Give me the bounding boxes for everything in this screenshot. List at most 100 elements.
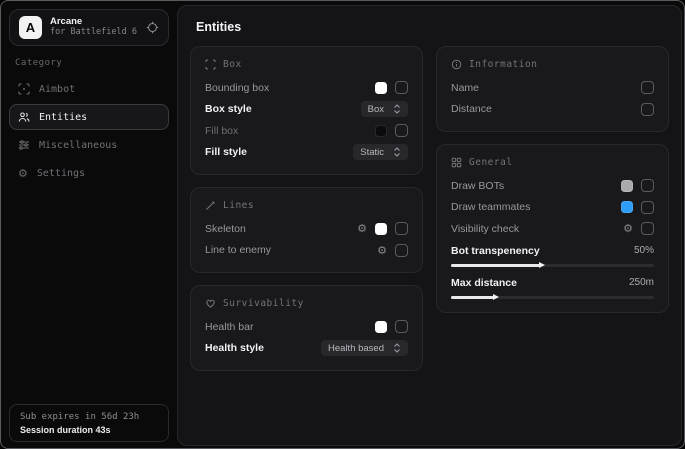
distance-checkbox[interactable] — [641, 103, 654, 116]
left-column: Box Bounding box Box style Box — [190, 46, 423, 371]
box-card-title: Box — [223, 59, 242, 70]
skeleton-color-swatch[interactable] — [375, 223, 387, 235]
health-style-value: Health based — [328, 343, 384, 354]
draw-bots-checkbox[interactable] — [641, 179, 654, 192]
chevrons-up-down-icon — [393, 104, 401, 114]
grid-icon — [451, 157, 462, 168]
right-column: Information Name Distance — [436, 46, 669, 371]
max-distance-control: Max distance 250m — [451, 274, 654, 299]
draw-bots-row: Draw BOTs — [451, 175, 654, 197]
information-card-title: Information — [469, 59, 537, 70]
visibility-check-label: Visibility check — [451, 223, 519, 235]
line-to-enemy-checkbox[interactable] — [395, 244, 408, 257]
survivability-card-title: Survivability — [223, 298, 304, 309]
draw-teammates-color-swatch[interactable] — [621, 201, 633, 213]
skeleton-settings-gear-icon[interactable]: ⚙ — [357, 223, 367, 234]
pencil-line-icon — [205, 200, 216, 211]
app-meta: Arcane for Battlefield 6 — [50, 17, 138, 38]
lines-card-title: Lines — [223, 200, 254, 211]
survivability-card: Survivability Health bar Health style He… — [190, 285, 423, 371]
name-checkbox[interactable] — [641, 81, 654, 94]
crosshair-icon[interactable] — [146, 21, 159, 34]
sidebar-item-aimbot[interactable]: Aimbot — [9, 76, 169, 102]
bot-transparency-value: 50% — [634, 245, 654, 256]
sliders-icon — [18, 139, 30, 151]
draw-teammates-checkbox[interactable] — [641, 201, 654, 214]
bounding-box-label: Bounding box — [205, 82, 269, 94]
draw-teammates-row: Draw teammates — [451, 197, 654, 219]
visibility-check-row: Visibility check ⚙ — [451, 218, 654, 240]
draw-bots-label: Draw BOTs — [451, 180, 504, 192]
lines-card: Lines Skeleton ⚙ Line to enemy ⚙ — [190, 187, 423, 273]
information-card: Information Name Distance — [436, 46, 669, 132]
distance-row: Distance — [451, 99, 654, 121]
box-style-row: Box style Box — [205, 99, 408, 121]
gear-icon: ⚙ — [18, 168, 28, 179]
box-style-dropdown[interactable]: Box — [361, 101, 408, 117]
slider-thumb[interactable] — [493, 294, 499, 300]
max-distance-slider[interactable] — [451, 296, 654, 299]
bot-transparency-control: Bot transpenency 50% — [451, 242, 654, 267]
app-logo: A — [19, 16, 42, 39]
fill-box-row: Fill box — [205, 120, 408, 142]
sidebar: A Arcane for Battlefield 6 Category — [1, 1, 177, 448]
health-style-row: Health style Health based — [205, 338, 408, 360]
sidebar-nav: Aimbot Entities Miscella — [1, 76, 177, 186]
page-title: Entities — [178, 6, 681, 42]
fill-style-label: Fill style — [205, 146, 247, 158]
sidebar-item-label: Entities — [39, 112, 87, 123]
draw-teammates-label: Draw teammates — [451, 201, 530, 213]
fill-box-checkbox[interactable] — [395, 124, 408, 137]
bounding-box-color-swatch[interactable] — [375, 82, 387, 94]
sidebar-item-entities[interactable]: Entities — [9, 104, 169, 130]
app-header-card: A Arcane for Battlefield 6 — [9, 9, 169, 46]
slider-thumb[interactable] — [539, 262, 545, 268]
arcane-window: A Arcane for Battlefield 6 Category — [0, 0, 685, 449]
health-style-dropdown[interactable]: Health based — [321, 340, 408, 356]
draw-bots-color-swatch[interactable] — [621, 180, 633, 192]
skeleton-label: Skeleton — [205, 223, 246, 235]
fill-style-dropdown[interactable]: Static — [353, 144, 408, 160]
skeleton-row: Skeleton ⚙ — [205, 218, 408, 240]
fill-box-color-swatch[interactable] — [375, 125, 387, 137]
heart-icon — [205, 298, 216, 309]
skeleton-checkbox[interactable] — [395, 222, 408, 235]
health-bar-checkbox[interactable] — [395, 320, 408, 333]
session-duration-text: Session duration 43s — [20, 425, 158, 435]
info-icon — [451, 59, 462, 70]
distance-label: Distance — [451, 103, 492, 115]
bounding-box-checkbox[interactable] — [395, 81, 408, 94]
sidebar-item-label: Settings — [37, 168, 85, 179]
health-bar-color-swatch[interactable] — [375, 321, 387, 333]
app-subtitle: for Battlefield 6 — [50, 28, 138, 38]
app-logo-letter: A — [26, 20, 35, 35]
line-to-enemy-label: Line to enemy — [205, 244, 271, 256]
fill-box-label: Fill box — [205, 125, 238, 137]
subscription-info-card: Sub expires in 56d 23h Session duration … — [9, 404, 169, 442]
general-card: General Draw BOTs Draw teammates — [436, 144, 669, 313]
visibility-check-settings-gear-icon[interactable]: ⚙ — [623, 223, 633, 234]
general-card-title: General — [469, 157, 513, 168]
visibility-check-checkbox[interactable] — [641, 222, 654, 235]
fill-style-value: Static — [360, 147, 384, 158]
health-bar-row: Health bar — [205, 316, 408, 338]
health-style-label: Health style — [205, 342, 264, 354]
line-to-enemy-settings-gear-icon[interactable]: ⚙ — [377, 245, 387, 256]
sidebar-item-label: Aimbot — [39, 84, 75, 95]
bot-transparency-slider[interactable] — [451, 264, 654, 267]
sidebar-item-miscellaneous[interactable]: Miscellaneous — [9, 132, 169, 158]
sidebar-item-label: Miscellaneous — [39, 140, 117, 151]
box-style-value: Box — [368, 104, 384, 115]
chevrons-up-down-icon — [393, 147, 401, 157]
max-distance-value: 250m — [629, 277, 654, 288]
bounding-box-row: Bounding box — [205, 77, 408, 99]
name-label: Name — [451, 82, 479, 94]
bot-transparency-label: Bot transpenency — [451, 245, 540, 257]
category-label: Category — [15, 58, 163, 68]
line-to-enemy-row: Line to enemy ⚙ — [205, 240, 408, 262]
health-bar-label: Health bar — [205, 321, 253, 333]
main-panel: Entities Box Bounding box — [177, 5, 682, 446]
box-style-label: Box style — [205, 103, 252, 115]
sidebar-item-settings[interactable]: ⚙ Settings — [9, 160, 169, 186]
box-card: Box Bounding box Box style Box — [190, 46, 423, 175]
